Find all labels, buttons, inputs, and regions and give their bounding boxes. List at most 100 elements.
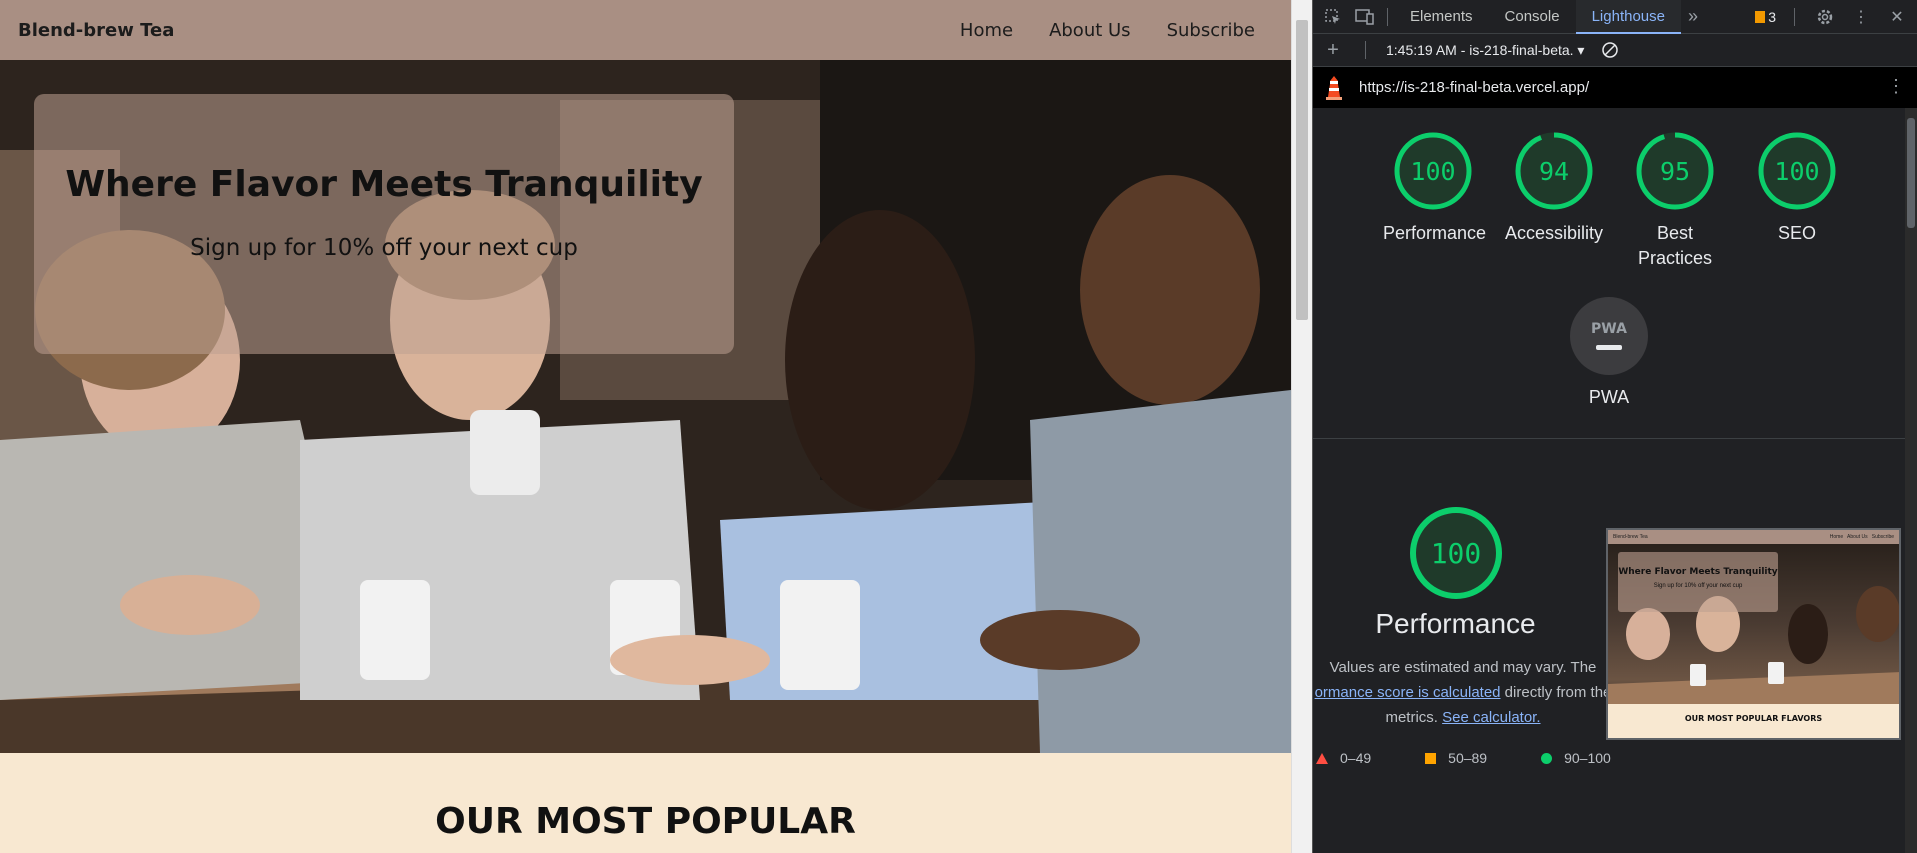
performance-large-ring: 100 <box>1410 507 1502 599</box>
toolbar-separator <box>1365 41 1366 59</box>
report-scrollbar[interactable] <box>1905 108 1917 853</box>
seo-gauge[interactable]: 100 SEO <box>1747 130 1847 246</box>
lighthouse-report: 100 Performance 94 Accessibility 95 Best Prac… <box>1313 108 1905 853</box>
settings-gear-icon[interactable] <box>1813 5 1837 29</box>
thumb-brand: Blend-brew Tea <box>1613 534 1648 540</box>
action-separator <box>1794 8 1795 26</box>
nav-link-about[interactable]: About Us <box>1049 20 1131 41</box>
report-menu-icon[interactable]: ⋮ <box>1887 76 1905 97</box>
more-tabs-icon[interactable]: » <box>1681 5 1705 29</box>
accessibility-gauge[interactable]: 94 Accessibility <box>1504 130 1604 246</box>
legend-average-label: 50–89 <box>1448 750 1488 766</box>
performance-large-score: 100 <box>1431 537 1482 570</box>
performance-score: 100 <box>1410 157 1455 186</box>
performance-heading: Performance <box>1375 608 1536 639</box>
pwa-badge-text: PWA <box>1591 321 1627 337</box>
performance-gauge[interactable]: 100 Performance <box>1383 130 1487 246</box>
legend-pass-label: 90–100 <box>1564 750 1611 766</box>
perf-desc-text-2: directly from the <box>1500 684 1612 701</box>
popular-section: OUR MOST POPULAR <box>0 753 1291 853</box>
performance-gauge-large: 100 <box>1406 505 1506 606</box>
tab-separator <box>1387 7 1388 26</box>
site-navbar: Blend-brew Tea Home About Us Subscribe <box>0 0 1291 60</box>
dropdown-arrow-icon: ▾ <box>1573 41 1585 58</box>
popular-title: OUR MOST POPULAR <box>435 801 856 842</box>
thumb-link-home: Home <box>1829 534 1844 540</box>
devtools-tabbar: Elements Console Lighthouse » 3 ⋮ ✕ <box>1313 0 1917 34</box>
section-divider <box>1313 438 1905 439</box>
hero-subtitle: Sign up for 10% off your next cup <box>190 235 578 261</box>
close-devtools-icon[interactable]: ✕ <box>1885 5 1909 29</box>
perf-desc-line-2: ormance score is calculated directly fro… <box>1313 680 1613 705</box>
tab-elements[interactable]: Elements <box>1394 0 1489 34</box>
devtools-panel: Elements Console Lighthouse » 3 ⋮ ✕ + 1:… <box>1313 0 1917 853</box>
thumb-links: Home About Us Subscribe <box>1830 534 1894 540</box>
nav-link-subscribe[interactable]: Subscribe <box>1167 20 1255 41</box>
thumb-hero: Where Flavor Meets Tranquility Sign up f… <box>1608 544 1899 704</box>
report-url[interactable]: https://is-218-final-beta.vercel.app/ <box>1359 79 1589 96</box>
accessibility-score: 94 <box>1539 157 1569 186</box>
average-square-icon <box>1425 752 1437 764</box>
score-calculated-link[interactable]: ormance score is calculated <box>1315 684 1501 701</box>
best-practices-score: 95 <box>1660 157 1690 186</box>
pwa-label: PWA <box>1588 387 1630 407</box>
site-brand[interactable]: Blend-brew Tea <box>18 20 174 41</box>
issues-flag-icon <box>1755 11 1766 23</box>
report-select-value: 1:45:19 AM - is-218-final-beta. <box>1386 41 1574 58</box>
report-scrollbar-thumb[interactable] <box>1907 118 1915 228</box>
website-scrollbar[interactable] <box>1291 0 1312 853</box>
thumb-title: Where Flavor Meets Tranquility <box>1618 567 1778 577</box>
best-practices-label: Best Practices <box>1637 223 1713 268</box>
new-report-plus-icon[interactable]: + <box>1321 38 1345 62</box>
site-nav-links: Home About Us Subscribe <box>960 20 1273 41</box>
legend-pass: 90–100 <box>1541 750 1611 766</box>
nav-link-home[interactable]: Home <box>960 20 1013 41</box>
issues-badge[interactable]: 3 <box>1755 9 1776 25</box>
inspect-element-icon[interactable] <box>1321 5 1345 29</box>
report-select[interactable]: 1:45:19 AM - is-218-final-beta. ▾ <box>1386 42 1584 59</box>
best-practices-gauge[interactable]: 95 Best Practices <box>1625 130 1725 271</box>
pwa-badge-icon: PWA <box>1570 297 1648 375</box>
final-screenshot-thumbnail[interactable]: Blend-brew Tea Home About Us Subscribe W… <box>1606 528 1901 740</box>
devtools-actions: 3 ⋮ ✕ <box>1755 0 1909 34</box>
lighthouse-toolbar: + 1:45:19 AM - is-218-final-beta. ▾ <box>1313 34 1917 67</box>
device-toolbar-icon[interactable] <box>1353 5 1377 29</box>
score-legend: 0–49 50–89 90–100 <box>1313 750 1905 766</box>
accessibility-ring: 94 <box>1515 132 1593 210</box>
seo-score: 100 <box>1774 157 1819 186</box>
tab-console[interactable]: Console <box>1489 0 1576 34</box>
legend-fail: 0–49 <box>1316 750 1371 766</box>
hero-title: Where Flavor Meets Tranquility <box>65 164 703 205</box>
thumb-link-about: About Us <box>1847 534 1868 540</box>
performance-label: Performance <box>1383 223 1487 243</box>
more-options-icon[interactable]: ⋮ <box>1849 5 1873 29</box>
tab-lighthouse[interactable]: Lighthouse <box>1575 0 1681 34</box>
seo-label: SEO <box>1777 223 1816 243</box>
pwa-gauge[interactable]: PWA PWA <box>1559 296 1659 410</box>
thumb-link-subscribe: Subscribe <box>1871 534 1894 540</box>
perf-desc-line-1: Values are estimated and may vary. The <box>1329 659 1597 676</box>
fail-triangle-icon <box>1316 752 1328 764</box>
thumb-hero-card: Where Flavor Meets Tranquility Sign up f… <box>1618 552 1778 612</box>
lighthouse-logo-icon <box>1326 75 1342 100</box>
perf-desc-text-3: metrics. <box>1385 709 1443 726</box>
thumb-section-title: OUR MOST POPULAR FLAVORS <box>1684 714 1823 723</box>
thumb-subtitle: Sign up for 10% off your next cup <box>1653 583 1743 589</box>
see-calculator-link[interactable]: See calculator. <box>1442 709 1540 726</box>
issues-count: 3 <box>1768 9 1776 25</box>
best-practices-ring: 95 <box>1636 132 1714 210</box>
hero-section: Where Flavor Meets Tranquility Sign up f… <box>0 60 1291 753</box>
website-viewport: Blend-brew Tea Home About Us Subscribe W… <box>0 0 1291 853</box>
seo-ring: 100 <box>1758 132 1836 210</box>
clear-reports-icon[interactable] <box>1598 38 1622 62</box>
perf-desc-line-3: metrics. See calculator. <box>1313 705 1613 730</box>
accessibility-label: Accessibility <box>1504 223 1604 243</box>
website-scrollbar-thumb[interactable] <box>1296 20 1308 320</box>
pass-circle-icon <box>1541 752 1553 764</box>
performance-description: Values are estimated and may vary. The o… <box>1313 655 1613 730</box>
thumb-navbar: Blend-brew Tea Home About Us Subscribe <box>1608 530 1899 544</box>
legend-fail-label: 0–49 <box>1340 750 1372 766</box>
legend-average: 50–89 <box>1425 750 1487 766</box>
hero-card: Where Flavor Meets Tranquility Sign up f… <box>34 94 734 354</box>
performance-ring: 100 <box>1394 132 1472 210</box>
